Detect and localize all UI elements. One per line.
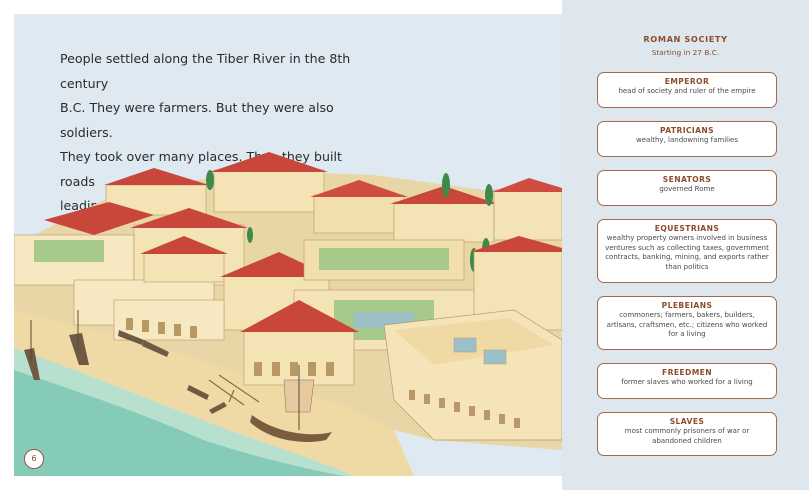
box-description: governed Rome bbox=[659, 185, 715, 193]
page-number: 6 bbox=[24, 449, 44, 469]
box-description: most commonly prisoners of war or abando… bbox=[624, 427, 750, 445]
society-box-slaves: SLAVES most commonly prisoners of war or… bbox=[597, 412, 777, 456]
roman-port-illustration bbox=[14, 152, 562, 476]
sidebar-title: ROMAN SOCIETY bbox=[643, 34, 728, 44]
sidebar-subtitle: Starting in 27 B.C. bbox=[651, 48, 720, 57]
body-line: People settled along the Tiber River in … bbox=[60, 51, 351, 91]
sidebar-header: ROMAN SOCIETY Starting in 27 B.C. bbox=[562, 34, 809, 57]
box-title: PLEBEIANS bbox=[661, 301, 713, 310]
society-box-plebeians: PLEBEIANS commoners; farmers, bakers, bu… bbox=[597, 296, 777, 350]
society-box-patricians: PATRICIANS wealthy, landowning families bbox=[597, 121, 777, 157]
book-spread: People settled along the Tiber River in … bbox=[0, 0, 809, 490]
box-title: SENATORS bbox=[662, 175, 712, 184]
box-title: EMPEROR bbox=[664, 77, 710, 86]
society-box-equestrians: EQUESTRIANS wealthy property owners invo… bbox=[597, 219, 777, 283]
left-page: People settled along the Tiber River in … bbox=[0, 0, 562, 490]
box-title: EQUESTRIANS bbox=[654, 224, 720, 233]
box-description: wealthy property owners involved in busi… bbox=[605, 234, 769, 271]
box-description: wealthy, landowning families bbox=[635, 136, 738, 144]
box-description: former slaves who worked for a living bbox=[621, 378, 753, 386]
body-line: B.C. They were farmers. But they were al… bbox=[60, 100, 334, 140]
box-title: SLAVES bbox=[669, 417, 705, 426]
society-box-freedmen: FREEDMEN former slaves who worked for a … bbox=[597, 363, 777, 399]
society-box-senators: SENATORS governed Rome bbox=[597, 170, 777, 206]
box-description: head of society and ruler of the empire bbox=[618, 87, 756, 95]
box-title: PATRICIANS bbox=[659, 126, 715, 135]
society-box-emperor: EMPEROR head of society and ruler of the… bbox=[597, 72, 777, 108]
box-description: commoners; farmers, bakers, builders, ar… bbox=[606, 311, 768, 339]
box-title: FREEDMEN bbox=[661, 368, 712, 377]
